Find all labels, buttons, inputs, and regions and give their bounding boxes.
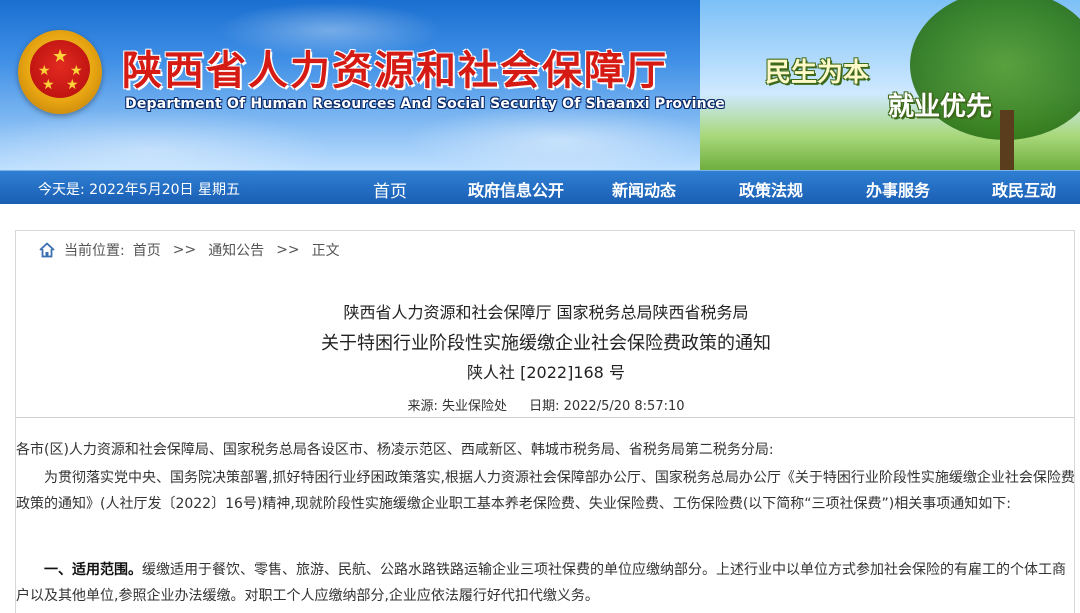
document-source: 来源: 失业保险处 — [407, 399, 507, 414]
today-date: 今天是: 2022年5月20日 星期五 — [38, 182, 240, 198]
emblem-star-icon: ★ — [70, 63, 83, 79]
main-nav-bar: 今天是: 2022年5月20日 星期五 首页 政府信息公开 新闻动态 政策法规 … — [0, 170, 1080, 204]
emblem-star-icon: ★ — [42, 77, 55, 93]
nav-item-gov-info[interactable]: 政府信息公开 — [468, 177, 564, 201]
breadcrumb-prefix: 当前位置: — [64, 243, 125, 259]
home-icon — [39, 242, 55, 258]
nav-item-policies[interactable]: 政策法规 — [739, 177, 803, 201]
nav-item-interaction[interactable]: 政民互动 — [992, 177, 1056, 201]
emblem-star-icon: ★ — [38, 63, 51, 79]
breadcrumb-separator: >> — [172, 242, 197, 258]
site-title: 陕西省人力资源和社会保障厅 — [122, 47, 668, 94]
section-1-text: 缓缴适用于餐饮、零售、旅游、民航、公路水路铁路运输企业三项社保费的单位应缴纳部分… — [16, 562, 1066, 604]
document-date: 日期: 2022/5/20 8:57:10 — [529, 399, 685, 414]
tree-trunk — [1000, 110, 1014, 170]
document-meta: 来源: 失业保险处 日期: 2022/5/20 8:57:10 — [16, 395, 1076, 414]
document-section-1: 一、适用范围。缓缴适用于餐饮、零售、旅游、民航、公路水路铁路运输企业三项社保费的… — [16, 557, 1076, 609]
document-title: 关于特困行业阶段性实施缓缴企业社会保险费政策的通知 — [321, 333, 771, 354]
breadcrumb-home-link[interactable]: 首页 — [133, 240, 161, 260]
nav-item-news[interactable]: 新闻动态 — [612, 177, 676, 201]
nav-item-home[interactable]: 首页 — [373, 177, 407, 202]
title-divider — [16, 417, 1074, 418]
slogan-primary: 民生为本 — [765, 58, 870, 88]
breadcrumb-separator: >> — [276, 242, 300, 258]
header-banner: ★ ★ ★ ★ ★ 陕西省人力资源和社会保障厅 Department Of Hu… — [0, 0, 1080, 170]
site-subtitle: Department Of Human Resources And Social… — [125, 96, 725, 112]
section-1-heading: 一、适用范围。 — [44, 562, 142, 578]
document-issuer-title: 陕西省人力资源和社会保障厅 国家税务总局陕西省税务局 — [343, 303, 749, 322]
emblem-red-field: ★ ★ ★ ★ ★ — [30, 40, 90, 98]
slogan-secondary: 就业优先 — [888, 92, 993, 122]
document-number: 陕人社 [2022]168 号 — [467, 363, 625, 382]
article-container: 当前位置: 首页 >> 通知公告 >> 正文 陕西省人力资源和社会保障厅 国家税… — [15, 230, 1075, 613]
breadcrumb: 当前位置: 首页 >> 通知公告 >> 正文 — [38, 239, 340, 261]
breadcrumb-current[interactable]: 正文 — [312, 240, 340, 260]
breadcrumb-notice-link[interactable]: 通知公告 — [208, 240, 264, 260]
document-intro-paragraph: 为贯彻落实党中央、国务院决策部署,抓好特困行业纾困政策落实,根据人力资源社会保障… — [16, 470, 1075, 512]
national-emblem-icon: ★ ★ ★ ★ ★ — [18, 30, 102, 114]
nav-item-services[interactable]: 办事服务 — [866, 177, 930, 201]
document-addressee: 各市(区)人力资源和社会保障局、国家税务总局各设区市、杨凌示范区、西咸新区、韩城… — [16, 442, 774, 458]
emblem-star-icon: ★ — [52, 46, 69, 67]
emblem-star-icon: ★ — [66, 77, 79, 93]
